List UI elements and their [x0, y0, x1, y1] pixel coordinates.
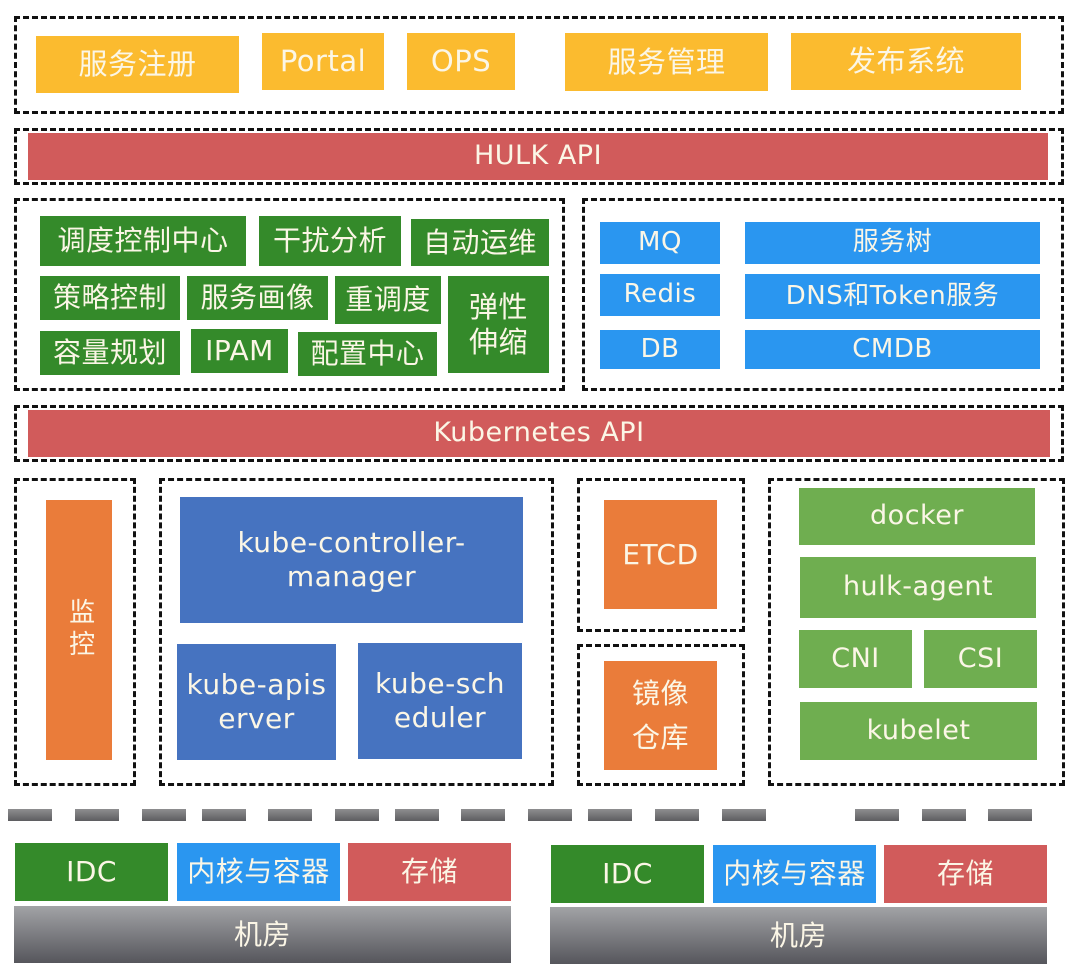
- mq-box: MQ: [600, 222, 720, 264]
- cmdb-box: CMDB: [745, 330, 1040, 369]
- config-center-box: 配置中心: [298, 332, 437, 376]
- separator-dash: [142, 809, 186, 821]
- service-management-box: 服务管理: [565, 33, 768, 91]
- hulk-api-bar: HULK API: [28, 133, 1048, 180]
- kube-apiserver-box: kube-apiserver: [177, 644, 336, 760]
- docker-box: docker: [799, 488, 1035, 545]
- storage-box-1: 存储: [348, 843, 511, 901]
- monitoring-box: 监控: [46, 500, 112, 760]
- policy-control-box: 策略控制: [40, 276, 180, 320]
- kube-controller-manager-label: kube-controller-manager: [237, 526, 466, 593]
- separator-dash: [655, 809, 699, 821]
- rescheduling-box: 重调度: [335, 276, 441, 324]
- separator-dash: [528, 809, 572, 821]
- scheduling-control-center-box: 调度控制中心: [40, 216, 246, 266]
- ops-box: OPS: [407, 33, 515, 90]
- storage-box-2: 存储: [884, 845, 1047, 903]
- separator-dash: [855, 809, 899, 821]
- machine-room-box-2: 机房: [550, 907, 1047, 964]
- separator-dash: [8, 809, 52, 821]
- separator-dash: [268, 809, 312, 821]
- image-registry-label: 镜像仓库: [631, 677, 689, 754]
- redis-box: Redis: [600, 274, 720, 316]
- separator-dash: [75, 809, 119, 821]
- monitoring-label: 监控: [64, 598, 95, 662]
- machine-room-box-1: 机房: [14, 906, 511, 963]
- service-registry-box: 服务注册: [36, 36, 239, 93]
- separator-dash: [988, 809, 1032, 821]
- separator-dash: [202, 809, 246, 821]
- ipam-box: IPAM: [191, 329, 288, 373]
- kube-controller-manager-box: kube-controller-manager: [180, 497, 523, 623]
- idc-box-1: IDC: [15, 843, 168, 901]
- elastic-scaling-box: 弹性 伸缩: [448, 276, 549, 373]
- separator-dash: [335, 809, 379, 821]
- kube-scheduler-label: kube-scheduler: [375, 667, 505, 734]
- capacity-planning-box: 容量规划: [40, 331, 180, 375]
- kubernetes-api-bar: Kubernetes API: [28, 410, 1050, 457]
- separator-dash: [722, 809, 766, 821]
- image-registry-box: 镜像仓库: [604, 661, 717, 770]
- interference-analysis-box: 干扰分析: [259, 216, 401, 266]
- kube-apiserver-label: kube-apiserver: [186, 668, 327, 735]
- cni-box: CNI: [799, 630, 912, 688]
- etcd-box: ETCD: [604, 500, 717, 609]
- dns-token-service-box: DNS和Token服务: [745, 274, 1040, 319]
- separator-dash: [588, 809, 632, 821]
- idc-box-2: IDC: [551, 845, 704, 903]
- kubelet-box: kubelet: [800, 702, 1037, 760]
- auto-ops-box: 自动运维: [411, 219, 549, 266]
- db-box: DB: [600, 330, 720, 369]
- kernel-container-box-2: 内核与容器: [713, 845, 876, 903]
- service-profile-box: 服务画像: [187, 276, 328, 320]
- release-system-box: 发布系统: [791, 33, 1021, 90]
- portal-box: Portal: [262, 33, 384, 90]
- kube-scheduler-box: kube-scheduler: [358, 643, 522, 759]
- service-tree-box: 服务树: [745, 222, 1040, 264]
- kernel-container-box-1: 内核与容器: [177, 843, 340, 901]
- separator-dash: [395, 809, 439, 821]
- hulk-agent-box: hulk-agent: [800, 557, 1036, 618]
- separator-dash: [461, 809, 505, 821]
- separator-dash: [922, 809, 966, 821]
- csi-box: CSI: [924, 630, 1037, 688]
